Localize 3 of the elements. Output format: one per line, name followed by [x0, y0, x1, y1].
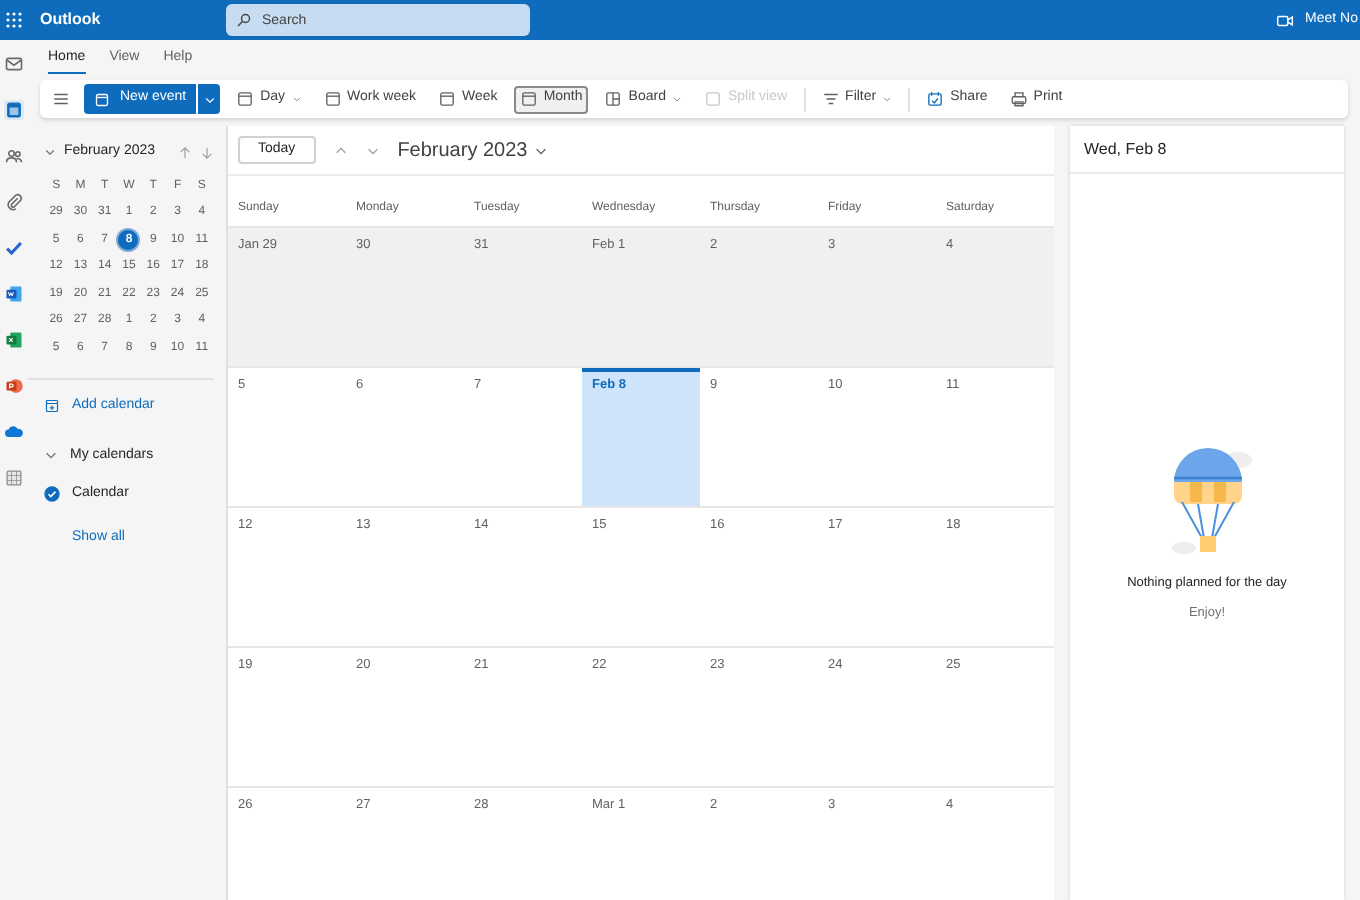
month-title[interactable]: February 2023 — [397, 135, 528, 165]
app-name[interactable]: Outlook — [40, 8, 226, 32]
day-panel-title: Wed, Feb 8 — [1084, 137, 1167, 161]
